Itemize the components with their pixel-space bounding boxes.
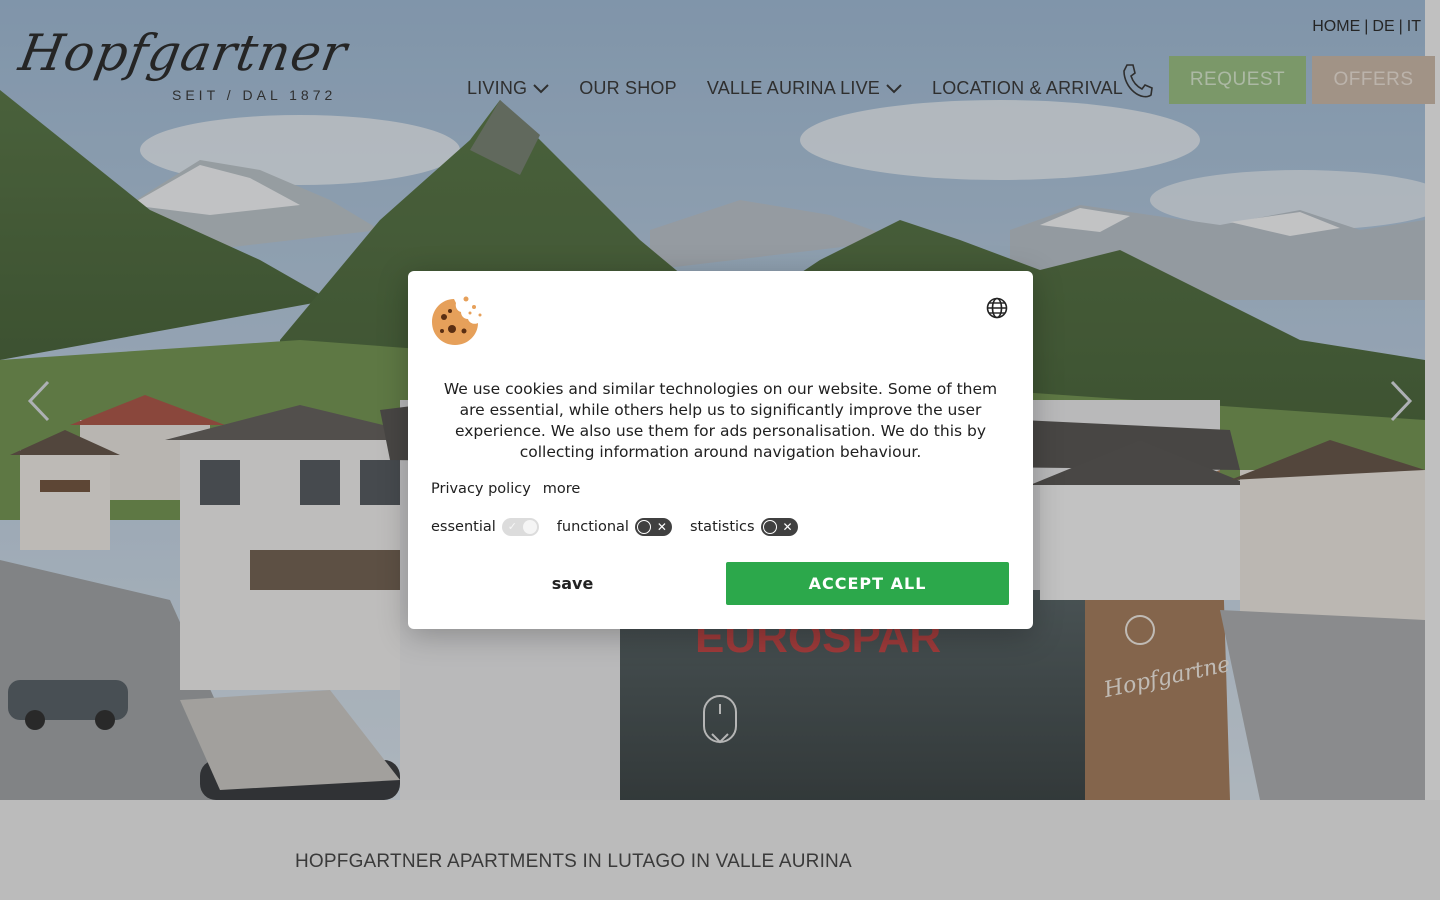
cookie-description: We use cookies and similar technologies … (443, 380, 998, 461)
cookie-banner: We use cookies and similar technologies … (408, 271, 1033, 629)
toggle-statistics: statistics ✕ (690, 518, 798, 536)
statistics-switch[interactable]: ✕ (760, 518, 798, 536)
x-icon: ✕ (656, 520, 667, 534)
check-icon: ✓ (507, 520, 517, 533)
globe-icon[interactable] (986, 297, 1008, 319)
accept-all-button[interactable]: ACCEPT ALL (726, 562, 1009, 605)
more-link[interactable]: more (543, 481, 581, 497)
toggle-label: functional (556, 519, 629, 535)
toggle-label: statistics (689, 519, 755, 535)
essential-switch: ✓ (501, 518, 539, 536)
functional-switch[interactable]: ✕ (634, 518, 672, 536)
toggle-label: essential (431, 519, 496, 535)
cookie-toggles: essential ✓ functional ✕ statistics ✕ (431, 518, 816, 536)
toggle-functional: functional ✕ (557, 518, 672, 536)
x-icon: ✕ (782, 520, 793, 534)
save-button[interactable]: save (431, 562, 714, 605)
privacy-policy-link[interactable]: Privacy policy (431, 481, 531, 497)
cookie-icon (432, 296, 482, 345)
toggle-essential: essential ✓ (431, 518, 539, 536)
cookie-links: Privacy policy more (431, 481, 580, 497)
